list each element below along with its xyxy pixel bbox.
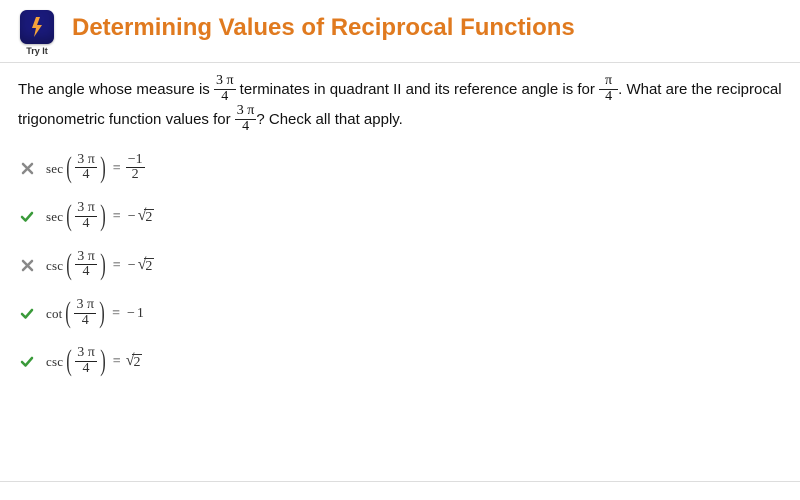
result-mark: [18, 162, 36, 175]
q-text: . What are the reciprocal: [618, 81, 781, 98]
check-icon: [20, 210, 34, 224]
question-text: The angle whose measure is 3 π4 terminat…: [18, 75, 782, 136]
rhs: −12: [126, 154, 145, 184]
cross-icon: [21, 162, 34, 175]
tryit-label: Try It: [26, 46, 48, 56]
equals-sign: =: [113, 258, 121, 274]
result-mark: [18, 355, 36, 369]
equation: csc(3 π4)=√2: [46, 347, 142, 377]
rhs: −√2: [126, 208, 155, 226]
q-text: ? Check all that apply.: [256, 112, 402, 129]
fraction: 3 π4: [75, 346, 97, 376]
rhs: √2: [126, 353, 143, 371]
answer-option[interactable]: sec(3 π4)=−12: [18, 154, 782, 184]
answer-option[interactable]: csc(3 π4)=−√2: [18, 251, 782, 281]
answer-option[interactable]: sec(3 π4)=−√2: [18, 202, 782, 232]
function-name: csc: [46, 258, 63, 274]
rhs: −√2: [126, 257, 155, 275]
fraction: π4: [599, 74, 618, 104]
answer-option[interactable]: cot(3 π4)=−1: [18, 299, 782, 329]
answer-options: sec(3 π4)=−12sec(3 π4)=−√2csc(3 π4)=−√2c…: [18, 154, 782, 378]
result-mark: [18, 210, 36, 224]
cross-icon: [21, 259, 34, 272]
q-text: terminates in quadrant II and its refere…: [236, 81, 600, 98]
result-mark: [18, 307, 36, 321]
result-mark: [18, 259, 36, 272]
fraction: 3 π4: [75, 201, 97, 231]
q-text: trigonometric function values for: [18, 112, 235, 129]
page-title: Determining Values of Reciprocal Functio…: [72, 14, 575, 42]
equation: cot(3 π4)=−1: [46, 299, 144, 329]
function-name: cot: [46, 306, 62, 322]
sqrt: √2: [126, 353, 143, 371]
fraction: 3 π4: [75, 250, 97, 280]
fraction: 3 π4: [214, 74, 236, 104]
fraction: −12: [126, 153, 145, 183]
function-name: sec: [46, 209, 63, 225]
header: Try It Determining Values of Reciprocal …: [0, 0, 800, 63]
content: The angle whose measure is 3 π4 terminat…: [0, 63, 800, 408]
sqrt: √2: [138, 208, 155, 226]
equals-sign: =: [112, 306, 120, 322]
equation: csc(3 π4)=−√2: [46, 251, 154, 281]
function-name: csc: [46, 354, 63, 370]
q-text: The angle whose measure is: [18, 81, 214, 98]
footer-divider: [0, 481, 800, 482]
tryit-block: Try It: [20, 10, 54, 56]
equals-sign: =: [113, 161, 121, 177]
equation: sec(3 π4)=−12: [46, 154, 145, 184]
rhs: −1: [125, 306, 144, 322]
fraction: 3 π4: [75, 153, 97, 183]
tryit-icon: [20, 10, 54, 44]
check-icon: [20, 355, 34, 369]
fraction: 3 π4: [74, 298, 96, 328]
equals-sign: =: [113, 209, 121, 225]
check-icon: [20, 307, 34, 321]
answer-option[interactable]: csc(3 π4)=√2: [18, 347, 782, 377]
sqrt: √2: [138, 257, 155, 275]
equation: sec(3 π4)=−√2: [46, 202, 154, 232]
function-name: sec: [46, 161, 63, 177]
fraction: 3 π4: [235, 104, 257, 134]
equals-sign: =: [113, 354, 121, 370]
